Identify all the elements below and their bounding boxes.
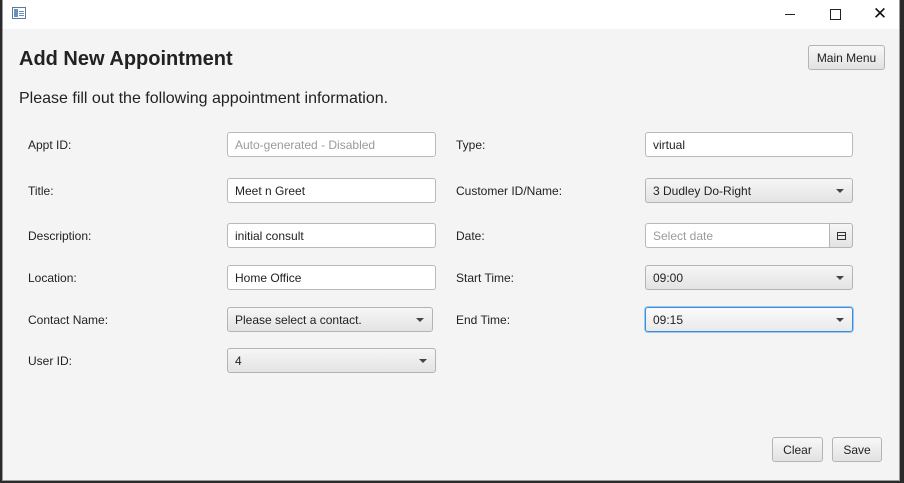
end-time-label: End Time: — [456, 313, 511, 327]
page-subtitle: Please fill out the following appointmen… — [19, 90, 389, 107]
page-title: Add New Appointment — [19, 48, 233, 70]
contact-name-label: Contact Name: — [28, 313, 109, 327]
chevron-down-icon — [836, 318, 844, 322]
start-time-select[interactable]: 09:00 — [645, 265, 853, 290]
user-id-select[interactable]: 4 — [227, 348, 436, 373]
type-label: Type: — [456, 138, 486, 152]
description-label: Description: — [28, 229, 92, 243]
location-label: Location: — [28, 271, 77, 285]
maximize-button[interactable] — [812, 0, 858, 29]
app-window-icon — [12, 7, 26, 19]
user-id-label: User ID: — [28, 354, 73, 368]
customer-label: Customer ID/Name: — [456, 184, 563, 198]
minimize-icon — [785, 14, 795, 15]
description-field[interactable]: initial consult — [227, 223, 436, 248]
title-field[interactable]: Meet n Greet — [227, 178, 436, 203]
end-time-select[interactable]: 09:15 — [645, 307, 853, 332]
type-field[interactable]: virtual — [645, 132, 853, 157]
chevron-down-icon — [836, 189, 844, 193]
main-menu-button[interactable]: Main Menu — [808, 45, 885, 70]
contact-name-select[interactable]: Please select a contact. — [227, 307, 433, 332]
title-bar: ✕ — [3, 0, 899, 29]
maximize-icon — [829, 9, 841, 20]
customer-select[interactable]: 3 Dudley Do-Right — [645, 178, 853, 203]
minimize-button[interactable] — [767, 0, 813, 29]
appt-id-label: Appt ID: — [28, 138, 72, 152]
title-label: Title: — [28, 184, 54, 198]
clear-button[interactable]: Clear — [772, 437, 823, 462]
chevron-down-icon — [836, 276, 844, 280]
location-field[interactable]: Home Office — [227, 265, 436, 290]
appt-id-field: Auto-generated - Disabled — [227, 132, 436, 157]
close-button[interactable]: ✕ — [857, 0, 903, 29]
customer-selected: 3 Dudley Do-Right — [653, 183, 752, 198]
date-label: Date: — [456, 229, 485, 243]
contact-name-selected: Please select a contact. — [235, 312, 362, 327]
start-time-selected: 09:00 — [653, 270, 684, 285]
date-picker-button[interactable] — [829, 223, 853, 248]
close-icon: ✕ — [872, 4, 888, 24]
appointment-window: ✕ Add New Appointment Please fill out th… — [2, 0, 900, 481]
user-id-selected: 4 — [235, 353, 242, 368]
end-time-selected: 09:15 — [653, 312, 684, 327]
calendar-icon — [836, 231, 846, 240]
date-input[interactable]: Select date — [645, 223, 830, 248]
chevron-down-icon — [416, 318, 424, 322]
start-time-label: Start Time: — [456, 271, 515, 285]
save-button[interactable]: Save — [832, 437, 882, 462]
chevron-down-icon — [419, 359, 427, 363]
